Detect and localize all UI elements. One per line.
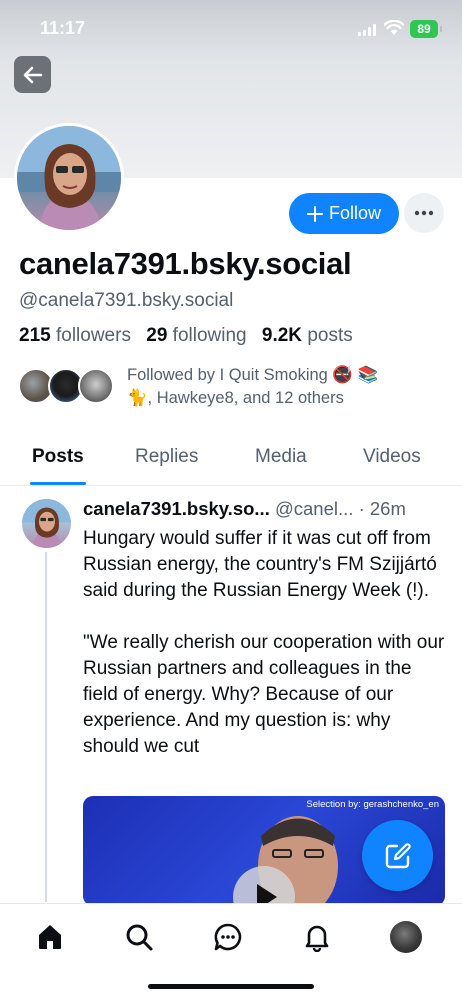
tab-videos[interactable]: Videos <box>363 446 421 468</box>
video-caption: Selection by: gerashchenko_en <box>306 799 439 810</box>
post-author-name[interactable]: canela7391.bsky.so... <box>83 498 270 519</box>
bottom-navigation <box>0 903 462 1000</box>
compose-button[interactable] <box>362 820 433 891</box>
profile-stats: 215 followers 29 following 9.2K posts <box>19 325 353 347</box>
profile-avatar[interactable] <box>14 123 124 233</box>
bell-icon <box>305 925 329 952</box>
signal-icon <box>358 24 378 36</box>
nav-chat[interactable] <box>211 920 245 954</box>
plus-icon <box>306 205 323 222</box>
known-followers-avatars[interactable] <box>18 368 114 406</box>
home-indicator <box>148 984 314 989</box>
wifi-icon <box>383 19 405 41</box>
following-count: 29 <box>146 325 168 346</box>
back-button[interactable] <box>14 56 51 93</box>
compose-icon <box>385 842 411 868</box>
followed-by-line: 🐈, Hawkeye8, and 12 others <box>127 389 344 407</box>
search-icon <box>126 924 153 951</box>
followed-by-text[interactable]: Followed by I Quit Smoking 🚭 📚 🐈, Hawkey… <box>127 364 427 410</box>
post-separator: · <box>358 498 365 519</box>
display-name: canela7391.bsky.social <box>19 246 352 281</box>
follow-label: Follow <box>328 203 381 223</box>
status-bar: 11:17 89 <box>0 0 462 58</box>
post-header: canela7391.bsky.so... @canel... · 26m <box>83 498 448 520</box>
profile-handle: @canela7391.bsky.social <box>19 290 234 311</box>
followed-by-line: Followed by I Quit Smoking 🚭 📚 <box>127 366 379 384</box>
nav-search[interactable] <box>122 920 156 954</box>
posts-count: 9.2K <box>261 325 303 346</box>
avatar <box>78 368 114 404</box>
post-author-avatar[interactable] <box>22 499 71 548</box>
nav-profile[interactable] <box>389 920 423 954</box>
profile-tabs: Posts Replies Media Videos <box>0 430 462 486</box>
arrow-left-icon <box>23 66 42 83</box>
following-link[interactable]: 29 following <box>146 325 246 346</box>
chat-icon <box>214 923 242 951</box>
followers-link[interactable]: 215 followers <box>19 325 131 346</box>
play-button[interactable] <box>233 866 295 906</box>
tab-posts[interactable]: Posts <box>32 446 84 468</box>
battery-indicator: 89 <box>410 20 442 38</box>
followers-count: 215 <box>19 325 51 346</box>
followers-label: followers <box>55 325 131 346</box>
nav-notifications[interactable] <box>300 920 334 954</box>
post-author-handle[interactable]: @canel... <box>275 498 353 519</box>
ellipsis-icon <box>414 210 434 216</box>
avatar <box>390 921 422 953</box>
more-options-button[interactable] <box>404 193 444 233</box>
avatar-image <box>17 126 121 230</box>
post-text[interactable]: Hungary would suffer if it was cut off f… <box>83 526 445 760</box>
posts-stat: 9.2K posts <box>262 325 353 346</box>
active-tab-indicator <box>30 482 86 485</box>
post-time[interactable]: 26m <box>370 498 406 519</box>
following-label: following <box>172 325 247 346</box>
nav-home[interactable] <box>33 920 67 954</box>
status-time: 11:17 <box>40 18 86 38</box>
thread-line <box>45 552 47 902</box>
tab-replies[interactable]: Replies <box>135 446 198 468</box>
play-icon <box>257 884 277 906</box>
follow-button[interactable]: Follow <box>289 193 399 234</box>
tab-media[interactable]: Media <box>255 446 307 468</box>
posts-label: posts <box>307 325 353 346</box>
home-icon <box>39 925 61 949</box>
